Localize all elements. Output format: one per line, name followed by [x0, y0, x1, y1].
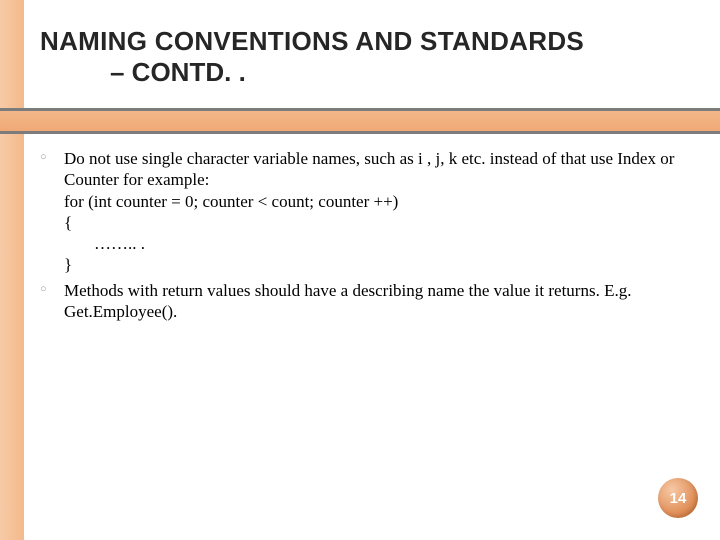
slide-title: NAMING CONVENTIONS AND STANDARDS – CONTD…	[40, 26, 680, 88]
title-line-2: – CONTD. .	[110, 57, 680, 88]
bullet-text: Methods with return values should have a…	[64, 281, 631, 321]
bullet-icon: ○	[40, 148, 64, 163]
code-line: …….. .	[64, 233, 680, 254]
title-underline-band	[0, 108, 720, 134]
slide-content: ○ Do not use single character variable n…	[40, 148, 680, 326]
page-number: 14	[670, 490, 687, 507]
bullet-text: Do not use single character variable nam…	[64, 149, 674, 189]
list-item-body: Do not use single character variable nam…	[64, 148, 680, 276]
slide: NAMING CONVENTIONS AND STANDARDS – CONTD…	[0, 0, 720, 540]
bullet-icon: ○	[40, 280, 64, 295]
page-number-badge: 14	[658, 478, 698, 518]
list-item: ○ Methods with return values should have…	[40, 280, 680, 323]
left-decorative-stripe	[0, 0, 24, 540]
code-line: }	[64, 254, 680, 275]
band-top-border	[0, 108, 720, 111]
list-item: ○ Do not use single character variable n…	[40, 148, 680, 276]
code-line: {	[64, 212, 680, 233]
code-line: for (int counter = 0; counter < count; c…	[64, 191, 680, 212]
list-item-body: Methods with return values should have a…	[64, 280, 680, 323]
band-bottom-border	[0, 131, 720, 134]
title-line-1: NAMING CONVENTIONS AND STANDARDS	[40, 26, 680, 57]
